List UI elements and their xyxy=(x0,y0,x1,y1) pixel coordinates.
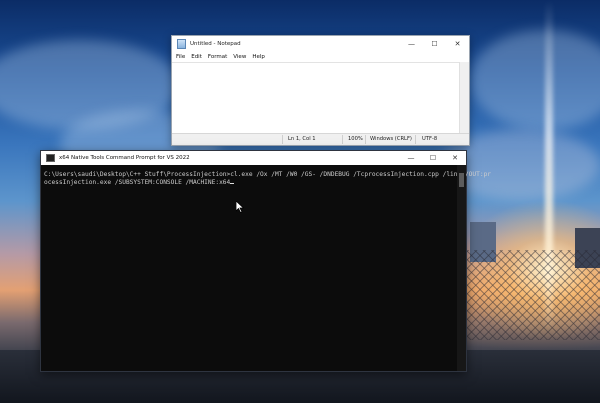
status-line-ending: Windows (CRLF) xyxy=(370,136,412,142)
notepad-icon xyxy=(177,39,186,49)
status-separator xyxy=(415,135,416,144)
notepad-scrollbar[interactable] xyxy=(459,62,469,134)
notepad-menu-bar: File Edit Format View Help xyxy=(172,52,469,62)
notepad-title-bar[interactable]: Untitled - Notepad — ☐ ✕ xyxy=(172,36,469,52)
close-button[interactable]: ✕ xyxy=(444,151,466,165)
maximize-button[interactable]: ☐ xyxy=(422,151,444,165)
notepad-status-bar: Ln 1, Col 1 100% Windows (CRLF) UTF-8 xyxy=(172,133,469,145)
close-button[interactable]: ✕ xyxy=(446,36,469,52)
notepad-title: Untitled - Notepad xyxy=(190,41,241,47)
status-separator xyxy=(282,135,283,144)
menu-help[interactable]: Help xyxy=(252,54,265,60)
status-separator xyxy=(365,135,366,144)
mouse-pointer-icon xyxy=(236,201,244,213)
menu-format[interactable]: Format xyxy=(208,54,227,60)
terminal-scroll-thumb[interactable] xyxy=(459,173,464,187)
command-prompt-window[interactable]: x64 Native Tools Command Prompt for VS 2… xyxy=(40,150,492,372)
terminal-line: C:\Users\saudi\Desktop\C++ Stuff\Process… xyxy=(44,171,492,178)
terminal-line-wrap: ocessInjection.exe /SUBSYSTEM:CONSOLE /M… xyxy=(44,179,454,187)
status-encoding: UTF-8 xyxy=(422,136,438,142)
minimize-button[interactable]: — xyxy=(400,151,422,165)
status-separator xyxy=(342,135,343,144)
terminal-output[interactable]: C:\Users\saudi\Desktop\C++ Stuff\Process… xyxy=(41,165,492,371)
terminal-line: ocessInjection.exe /SUBSYSTEM:CONSOLE /M… xyxy=(44,179,231,187)
notepad-text-area[interactable] xyxy=(172,62,460,134)
menu-file[interactable]: File xyxy=(176,54,185,60)
status-position: Ln 1, Col 1 xyxy=(288,136,316,142)
terminal-title: x64 Native Tools Command Prompt for VS 2… xyxy=(59,155,190,161)
terminal-icon xyxy=(46,154,55,162)
minimize-button[interactable]: — xyxy=(400,36,423,52)
fence xyxy=(462,250,600,340)
menu-view[interactable]: View xyxy=(233,54,246,60)
notepad-window[interactable]: Untitled - Notepad — ☐ ✕ File Edit Forma… xyxy=(171,35,470,146)
menu-edit[interactable]: Edit xyxy=(191,54,202,60)
status-zoom: 100% xyxy=(348,136,363,142)
terminal-scrollbar[interactable] xyxy=(457,165,466,371)
maximize-button[interactable]: ☐ xyxy=(423,36,446,52)
text-cursor xyxy=(230,183,235,185)
terminal-title-bar[interactable]: x64 Native Tools Command Prompt for VS 2… xyxy=(41,151,466,165)
